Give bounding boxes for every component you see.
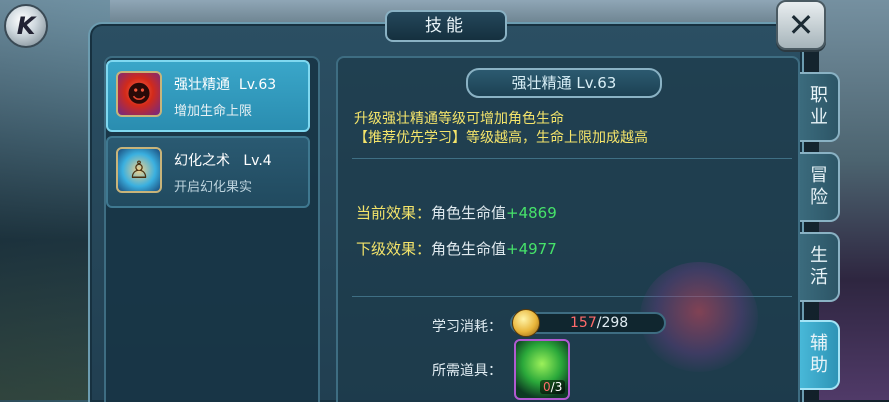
required-item-label: 所需道具： xyxy=(432,363,502,379)
skill-name: 强壮精通 Lv.63 xyxy=(174,77,277,93)
next-effect-row: 下级效果：角色生命值+4977 xyxy=(356,238,557,259)
current-effect-value: +4869 xyxy=(506,204,557,222)
tab-life[interactable]: 生活 xyxy=(800,232,840,302)
red-demon-icon: ☻ xyxy=(116,71,162,117)
close-button[interactable]: ✕ xyxy=(776,0,826,50)
close-icon: ✕ xyxy=(787,6,815,44)
panel-title: 技能 xyxy=(385,10,507,42)
skill-item-transformation[interactable]: ♙ 幻化之术 Lv.4 开启幻化果实 xyxy=(106,136,310,208)
coin-icon xyxy=(512,309,540,337)
current-effect-label: 当前效果： xyxy=(356,204,432,222)
skill-desc: 增加生命上限 xyxy=(174,104,253,119)
next-effect-label: 下级效果： xyxy=(356,240,432,258)
learn-cost-label: 学习消耗： xyxy=(432,319,502,335)
mage-transform-icon: ♙ xyxy=(116,147,162,193)
current-effect-row: 当前效果：角色生命值+4869 xyxy=(356,202,557,223)
tab-assist[interactable]: 辅助 xyxy=(800,320,840,390)
skill-detail-title: 强壮精通 Lv.63 xyxy=(466,68,662,98)
tab-adventure[interactable]: 冒险 xyxy=(800,152,840,222)
learn-cost-value: 157/298 xyxy=(570,315,629,331)
game-logo-icon[interactable]: K xyxy=(4,4,48,48)
skill-desc: 开启幻化果实 xyxy=(174,180,253,195)
skill-description-line-2: 【推荐优先学习】等级越高，生命上限加成越高 xyxy=(354,130,648,146)
skill-description-line-1: 升级强壮精通等级可增加角色生命 xyxy=(354,111,564,127)
divider xyxy=(352,158,792,159)
current-effect-text: 角色生命值 xyxy=(431,204,507,222)
skill-item-strength-mastery[interactable]: ☻ 强壮精通 Lv.63 增加生命上限 xyxy=(106,60,310,132)
required-item-count: 0/3 xyxy=(540,380,566,394)
tab-profession[interactable]: 职业 xyxy=(800,72,840,142)
next-effect-value: +4977 xyxy=(506,240,557,258)
next-effect-text: 角色生命值 xyxy=(431,240,507,258)
skill-name: 幻化之术 Lv.4 xyxy=(174,153,272,169)
